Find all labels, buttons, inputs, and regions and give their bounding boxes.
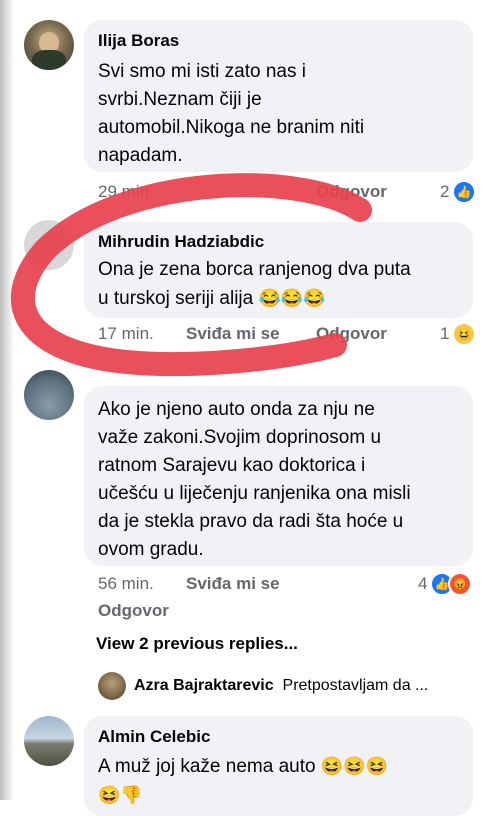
comment-time[interactable]: 29 min. — [98, 182, 154, 202]
reply-author[interactable]: Azra Bajraktarevic — [134, 677, 274, 694]
comment-text-line: automobil.Nikoga ne branim niti — [98, 117, 365, 138]
comment-time[interactable]: 17 min. — [98, 324, 154, 344]
comment-text-line: ovom gradu. — [98, 539, 204, 560]
comment-text-line: važe zakoni.Svojim doprinosom u — [98, 427, 382, 448]
avatar[interactable] — [24, 20, 74, 70]
comment-text-line: svrbi.Neznam čiji je — [98, 89, 262, 110]
laughing-emoji-icon: 😆😆😆 — [320, 756, 389, 776]
reaction-count[interactable]: 2 — [440, 182, 449, 202]
avatar[interactable] — [24, 370, 74, 420]
view-previous-replies-link[interactable]: View 2 previous replies... — [96, 634, 298, 654]
comment-text-line: u turskoj seriji alija — [98, 288, 254, 309]
comment-text-line: ratnom Sarajevu kao doktorica i — [98, 455, 366, 476]
laughing-emoji-icon: 😂😂😂 — [258, 288, 326, 308]
reply-button[interactable]: Odgovor — [98, 601, 169, 621]
avatar[interactable] — [24, 716, 74, 766]
comment-text-line: Ako je njeno auto onda za nju ne — [98, 399, 375, 420]
comment-text: A muž joj kaže nema auto 😆😆😆 😆👎 — [98, 752, 388, 809]
comment-text: Ona je zena borca ranjenog dva puta u tu… — [98, 256, 411, 313]
comment-author[interactable]: Mihrudin Hadziabdic — [98, 232, 264, 252]
reply-button[interactable]: Odgovor — [316, 324, 387, 344]
reaction-count[interactable]: 4 — [418, 574, 427, 594]
comment-text-line: Ona je zena borca ranjenog dva puta — [98, 259, 411, 280]
avatar[interactable] — [24, 220, 74, 270]
reply-button[interactable]: Odgovor — [316, 182, 387, 202]
comment-text-line: A muž joj kaže nema auto — [98, 756, 316, 777]
reaction-count[interactable]: 1 — [440, 324, 449, 344]
comment-author[interactable]: Ilija Boras — [98, 31, 179, 51]
comment-text: Ako je njeno auto onda za nju ne važe za… — [98, 396, 411, 564]
like-button[interactable]: Sviđa mi se — [186, 574, 280, 594]
avatar[interactable] — [98, 672, 126, 700]
comment-author[interactable]: Almin Celebic — [98, 727, 210, 747]
comment-text: Svi smo mi isti zato nas i svrbi.Neznam … — [98, 58, 364, 170]
laughing-thumbs-down-emoji-icon: 😆👎 — [98, 785, 143, 805]
angry-icon: 😡 — [448, 572, 472, 596]
comment-time[interactable]: 56 min. — [98, 574, 154, 594]
like-button[interactable]: Sviđa mi se — [186, 324, 280, 344]
comment-text-line: učešću u liječenju ranjenika ona misli — [98, 483, 411, 504]
reply-preview[interactable]: Azra Bajraktarevic Pretpostavljam da ... — [134, 677, 428, 695]
like-icon: 👍 — [452, 180, 476, 204]
comment-text-line: da je stekla pravo da radi šta hoće u — [98, 511, 404, 532]
comment-text-line: napadam. — [98, 145, 183, 166]
haha-icon: 😆 — [452, 322, 476, 346]
reply-preview-text: Pretpostavljam da ... — [282, 677, 429, 694]
comment-text-line: Svi smo mi isti zato nas i — [98, 61, 306, 82]
left-edge-shadow — [0, 0, 14, 800]
